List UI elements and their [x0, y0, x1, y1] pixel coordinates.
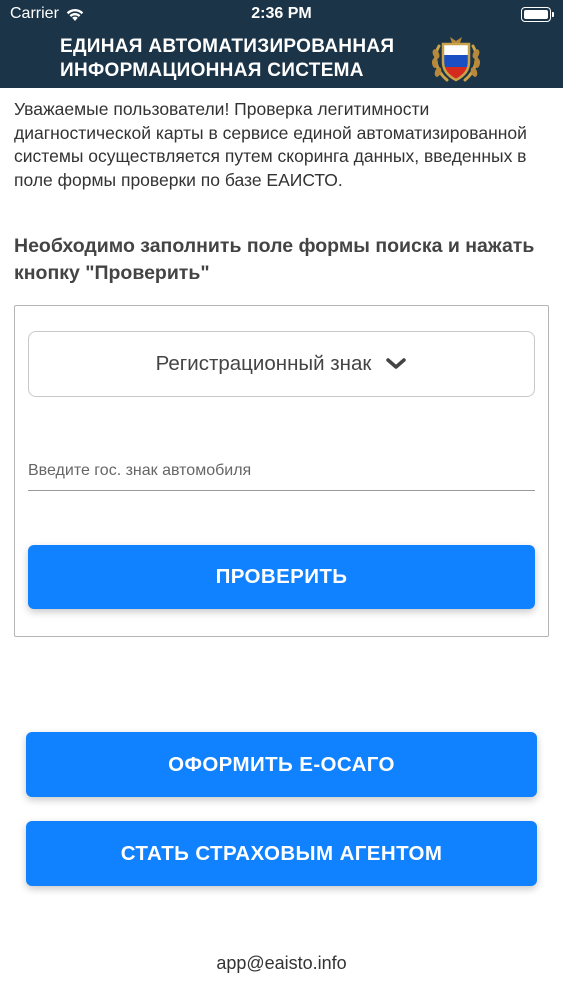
app-title: ЕДИНАЯ АВТОМАТИЗИРОВАННАЯ ИНФОРМАЦИОННАЯ…: [60, 35, 394, 83]
check-button[interactable]: ПРОВЕРИТЬ: [28, 545, 535, 609]
battery-fill: [524, 10, 548, 19]
plate-number-input[interactable]: [28, 451, 535, 491]
status-bar: Carrier 2:36 PM: [0, 0, 563, 30]
footer-email-link[interactable]: app@eaisto.info: [0, 953, 563, 974]
chevron-down-icon: [386, 358, 407, 369]
intro-text: Уважаемые пользователи! Проверка легитим…: [14, 99, 527, 190]
osago-button[interactable]: ОФОРМИТЬ Е-ОСАГО: [26, 732, 537, 797]
search-form-card: Регистрационный знак ПРОВЕРИТЬ: [14, 305, 549, 637]
app-title-line2: ИНФОРМАЦИОННАЯ СИСТЕМА: [60, 60, 364, 81]
search-type-label: Регистрационный знак: [155, 352, 372, 375]
search-type-dropdown[interactable]: Регистрационный знак: [28, 331, 535, 397]
russian-flag-emblem-icon: [431, 37, 481, 82]
app-header: ЕДИНАЯ АВТОМАТИЗИРОВАННАЯ ИНФОРМАЦИОННАЯ…: [0, 30, 563, 88]
app-title-line1: ЕДИНАЯ АВТОМАТИЗИРОВАННАЯ: [60, 36, 395, 57]
battery-icon: [521, 7, 554, 22]
instruction-text: Необходимо заполнить поле формы поиска и…: [14, 235, 535, 284]
become-agent-button[interactable]: СТАТЬ СТРАХОВЫМ АГЕНТОМ: [26, 821, 537, 886]
status-time: 2:36 PM: [251, 5, 312, 22]
